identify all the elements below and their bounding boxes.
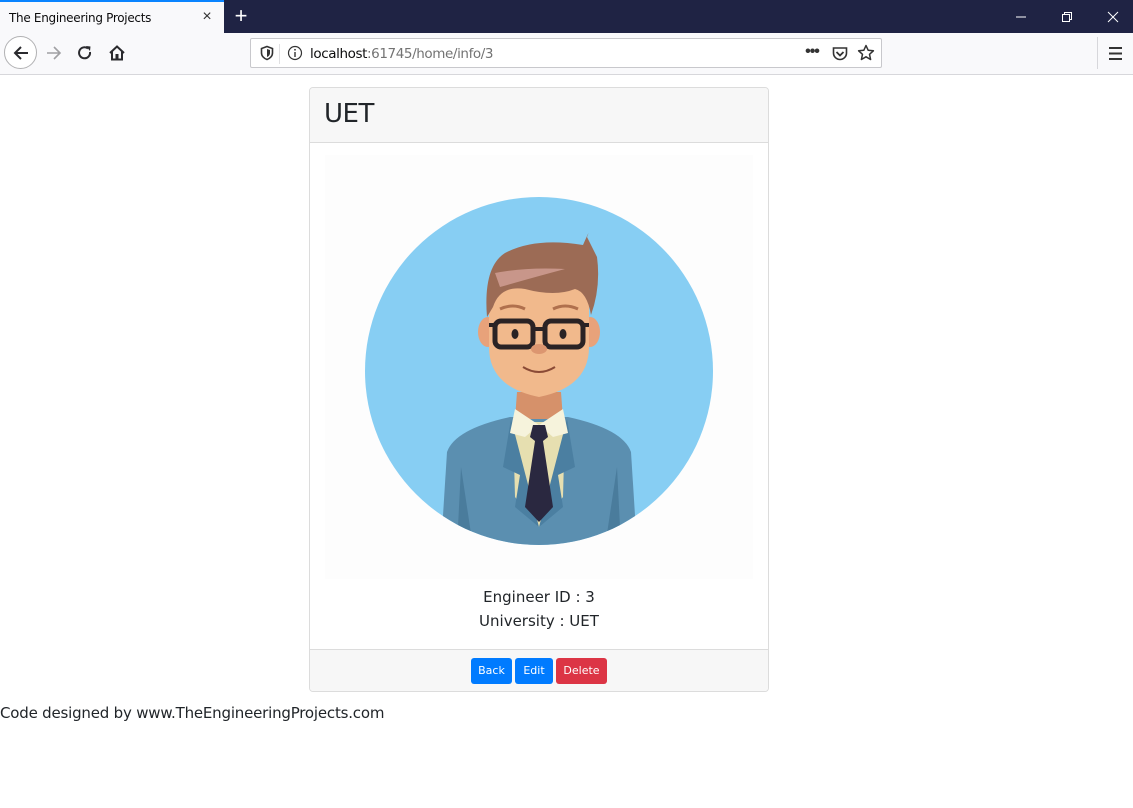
- back-button[interactable]: [4, 36, 37, 69]
- arrow-right-icon: [47, 46, 62, 60]
- restore-icon: [1062, 11, 1072, 22]
- delete-button[interactable]: Delete: [556, 658, 607, 684]
- bookmark-star-icon[interactable]: [857, 44, 875, 62]
- toolbar-divider: [1097, 37, 1098, 69]
- url-bar[interactable]: localhost:61745/home/info/3 •••: [250, 38, 882, 68]
- url-text[interactable]: localhost:61745/home/info/3: [310, 46, 494, 62]
- footer-credit: Code designed by www.TheEngineeringProje…: [0, 704, 385, 722]
- hamburger-menu-icon[interactable]: [1106, 45, 1126, 63]
- minimize-icon: [1016, 16, 1026, 17]
- university-text: University : UET: [479, 612, 599, 630]
- tab-title: The Engineering Projects: [9, 11, 152, 25]
- url-host: localhost: [310, 46, 367, 62]
- avatar-image: [325, 155, 753, 579]
- engineer-id-text: Engineer ID : 3: [483, 588, 595, 606]
- forward-button[interactable]: [38, 37, 70, 69]
- close-icon: [1107, 11, 1119, 22]
- card-body: Engineer ID : 3 University : UET: [310, 143, 768, 649]
- card-header: UET: [310, 88, 768, 143]
- shield-icon[interactable]: [259, 45, 275, 61]
- home-icon: [109, 45, 125, 61]
- tab-close-icon[interactable]: ×: [199, 8, 215, 26]
- browser-nav-bar: localhost:61745/home/info/3 •••: [0, 33, 1133, 75]
- engineer-card: UET Engineer ID: 3 University: UET Bac…: [309, 87, 769, 692]
- url-divider: [279, 44, 280, 64]
- pocket-icon[interactable]: [831, 45, 849, 63]
- new-tab-button[interactable]: +: [231, 5, 251, 27]
- engineer-avatar-illustration: [365, 197, 713, 545]
- window-restore-button[interactable]: [1044, 0, 1090, 33]
- page-actions-more-icon[interactable]: •••: [801, 43, 823, 63]
- reload-button[interactable]: [69, 37, 101, 69]
- browser-tab-active[interactable]: The Engineering Projects ×: [0, 0, 224, 33]
- back-link-button[interactable]: Back: [471, 658, 512, 684]
- info-icon[interactable]: [287, 45, 303, 61]
- arrow-left-icon: [13, 45, 28, 60]
- reload-icon: [78, 46, 92, 60]
- page-content: UET Engineer ID: 3 University: UET Bac…: [0, 76, 1133, 808]
- home-button[interactable]: [101, 37, 133, 69]
- window-minimize-button[interactable]: [998, 0, 1044, 33]
- card-footer: Back Edit Delete: [310, 649, 768, 691]
- window-close-button[interactable]: [1090, 0, 1133, 33]
- edit-button[interactable]: Edit: [515, 658, 553, 684]
- browser-tab-bar: The Engineering Projects × +: [0, 0, 1133, 33]
- card-title: UET: [324, 99, 374, 129]
- url-path: :61745/home/info/3: [367, 46, 494, 62]
